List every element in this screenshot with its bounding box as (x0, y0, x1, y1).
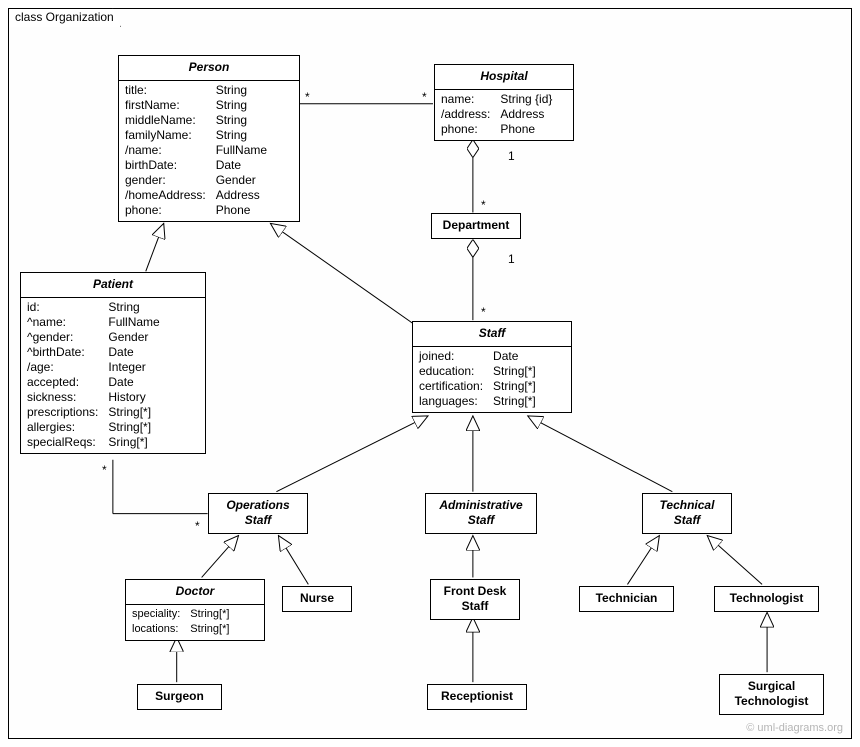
class-title: Front Desk Staff (431, 580, 519, 619)
class-title: Technician (580, 587, 673, 611)
class-title: Surgeon (138, 685, 221, 709)
mult-patient-ops-left: * (102, 463, 107, 477)
mult-patient-ops-right: * (195, 519, 200, 533)
attr-keys: speciality: locations: (132, 607, 190, 637)
watermark: © uml-diagrams.org (746, 722, 843, 734)
mult-person-hospital-left: * (305, 90, 310, 104)
attr-types: Date String[*] String[*] String[*] (493, 349, 536, 409)
class-patient: Patient id: ^name: ^gender: ^birthDate: … (20, 272, 206, 454)
class-hospital: Hospital name: /address: phone: String {… (434, 64, 574, 141)
class-technician: Technician (579, 586, 674, 612)
mult-dept-staff-bot: * (481, 305, 486, 319)
class-title: Receptionist (428, 685, 526, 709)
class-title: Person (119, 56, 299, 80)
class-title: Department (432, 214, 520, 238)
class-receptionist: Receptionist (427, 684, 527, 710)
class-title: Administrative Staff (426, 494, 536, 533)
class-title: Technologist (715, 587, 818, 611)
attr-keys: joined: education: certification: langua… (419, 349, 493, 409)
class-administrative-staff: Administrative Staff (425, 493, 537, 534)
class-title: Staff (413, 322, 571, 346)
mult-hosp-dept-bot: * (481, 198, 486, 212)
attr-types: String {id} Address Phone (500, 92, 552, 137)
attr-keys: id: ^name: ^gender: ^birthDate: /age: ac… (27, 300, 108, 450)
class-title: Patient (21, 273, 205, 297)
class-technologist: Technologist (714, 586, 819, 612)
class-nurse: Nurse (282, 586, 352, 612)
class-surgical-technologist: Surgical Technologist (719, 674, 824, 715)
class-surgeon: Surgeon (137, 684, 222, 710)
class-doctor: Doctor speciality: locations: String[*] … (125, 579, 265, 641)
class-person: Person title: firstName: middleName: fam… (118, 55, 300, 222)
class-operations-staff: Operations Staff (208, 493, 308, 534)
attr-types: String FullName Gender Date Integer Date… (108, 300, 159, 450)
class-title: Operations Staff (209, 494, 307, 533)
class-technical-staff: Technical Staff (642, 493, 732, 534)
attr-types: String[*] String[*] (190, 607, 229, 637)
class-front-desk-staff: Front Desk Staff (430, 579, 520, 620)
attr-keys: name: /address: phone: (441, 92, 500, 137)
attr-types: String String String String FullName Dat… (216, 83, 267, 218)
mult-dept-staff-top: 1 (508, 252, 515, 266)
class-title: Hospital (435, 65, 573, 89)
diagram-frame: class Organization (8, 8, 852, 739)
class-staff: Staff joined: education: certification: … (412, 321, 572, 413)
mult-person-hospital-right: * (422, 90, 427, 104)
class-title: Surgical Technologist (720, 675, 823, 714)
class-title: Doctor (126, 580, 264, 604)
class-title: Nurse (283, 587, 351, 611)
mult-hosp-dept-top: 1 (508, 149, 515, 163)
class-department: Department (431, 213, 521, 239)
class-title: Technical Staff (643, 494, 731, 533)
attr-keys: title: firstName: middleName: familyName… (125, 83, 216, 218)
frame-label: class Organization (8, 8, 121, 27)
